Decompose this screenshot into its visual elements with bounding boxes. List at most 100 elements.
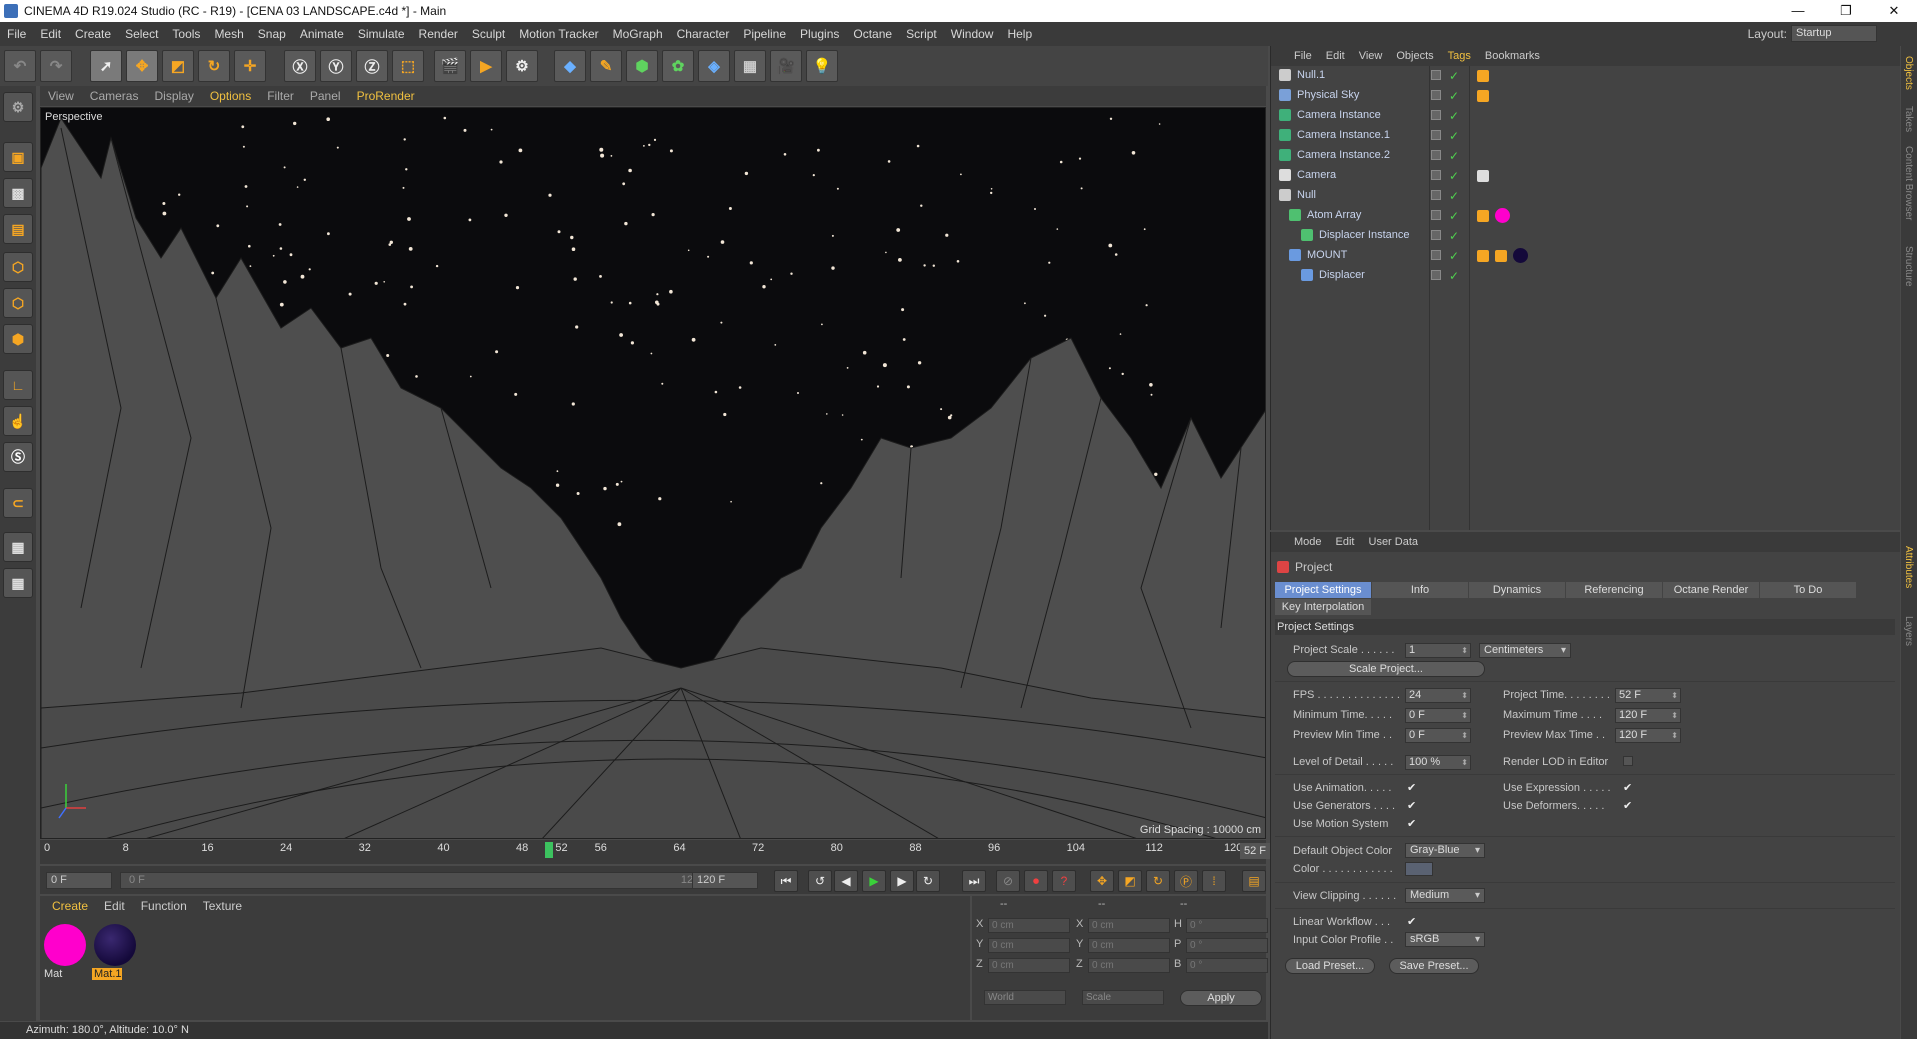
autokey-icon[interactable]: ⏺: [1024, 870, 1048, 892]
menu-animate[interactable]: Animate: [293, 27, 351, 41]
viewport-menu-filter[interactable]: Filter: [259, 89, 302, 103]
preview-range-slider[interactable]: 0 F 120 F: [120, 872, 716, 889]
layer-toggle[interactable]: [1431, 250, 1441, 260]
keyframe-selection-icon[interactable]: ?: [1052, 870, 1076, 892]
menu-plugins[interactable]: Plugins: [793, 27, 846, 41]
next-key-icon[interactable]: ↻: [916, 870, 940, 892]
menu-script[interactable]: Script: [899, 27, 944, 41]
enabled-check-icon[interactable]: ✓: [1449, 129, 1459, 143]
om-menu-tags[interactable]: Tags: [1441, 50, 1478, 62]
am-menu-mode[interactable]: Mode: [1287, 536, 1329, 548]
menu-edit[interactable]: Edit: [33, 27, 68, 41]
layer-toggle[interactable]: [1431, 170, 1441, 180]
object-row[interactable]: Camera Instance.2 ✓: [1271, 146, 1901, 166]
position-z-field[interactable]: 0 cm: [988, 958, 1070, 973]
next-frame-icon[interactable]: ▶: [890, 870, 914, 892]
material-tag-icon[interactable]: [1495, 208, 1510, 223]
load-preset-button[interactable]: Load Preset...: [1285, 958, 1375, 974]
menu-create[interactable]: Create: [68, 27, 118, 41]
record-keys-icon[interactable]: ⊘: [996, 870, 1020, 892]
menu-tools[interactable]: Tools: [165, 27, 207, 41]
om-menu-edit[interactable]: Edit: [1319, 50, 1352, 62]
side-tab-objects[interactable]: Objects: [1903, 56, 1914, 90]
menu-window[interactable]: Window: [944, 27, 1001, 41]
menu-file[interactable]: File: [0, 27, 33, 41]
object-row[interactable]: Displacer Instance ✓: [1271, 226, 1901, 246]
object-row[interactable]: Physical Sky ✓: [1271, 86, 1901, 106]
project-scale-unit-dropdown[interactable]: Centimeters: [1479, 643, 1571, 658]
solo-icon[interactable]: Ⓢ: [3, 442, 33, 472]
scale-icon[interactable]: ◩: [162, 50, 194, 82]
om-menu-view[interactable]: View: [1352, 50, 1390, 62]
play-icon[interactable]: ▶: [862, 870, 886, 892]
tag-icon[interactable]: [1477, 170, 1489, 182]
render-settings-icon[interactable]: ⚙: [506, 50, 538, 82]
object-row[interactable]: Camera ✓: [1271, 166, 1901, 186]
position-x-field[interactable]: 0 cm: [988, 918, 1070, 933]
enabled-check-icon[interactable]: ✓: [1449, 149, 1459, 163]
side-tab-takes[interactable]: Takes: [1903, 106, 1914, 132]
tab-octane-render[interactable]: Octane Render: [1663, 582, 1759, 598]
tab-dynamics[interactable]: Dynamics: [1469, 582, 1565, 598]
om-menu-file[interactable]: File: [1287, 50, 1319, 62]
preview-max-time-field[interactable]: 120 F: [1615, 728, 1681, 743]
side-tab-layers[interactable]: Layers: [1903, 616, 1914, 646]
layer-toggle[interactable]: [1431, 70, 1441, 80]
enabled-check-icon[interactable]: ✓: [1449, 249, 1459, 263]
object-row[interactable]: Null.1 ✓: [1271, 66, 1901, 86]
camera-icon[interactable]: 🎥: [770, 50, 802, 82]
tweak-mode-icon[interactable]: ☝: [3, 406, 33, 436]
render-view-icon[interactable]: 🎬: [434, 50, 466, 82]
render-lod-checkbox[interactable]: [1623, 756, 1633, 766]
timeline-ruler[interactable]: 0 8 16 24 32 40 48 52 56 64 72 80 88 96 104 112 120 52 F: [40, 840, 1304, 864]
project-scale-field[interactable]: 1: [1405, 643, 1471, 658]
key-rotation-icon[interactable]: ↻: [1146, 870, 1170, 892]
apply-button[interactable]: Apply: [1180, 990, 1262, 1006]
grid-snap-icon[interactable]: ▦: [3, 568, 33, 598]
coordinate-space-dropdown[interactable]: World: [984, 990, 1066, 1005]
view-clipping-dropdown[interactable]: Medium: [1405, 888, 1485, 903]
tab-to-do[interactable]: To Do: [1760, 582, 1856, 598]
use-motion-system-checkbox[interactable]: ✔: [1407, 817, 1416, 830]
minimum-time-field[interactable]: 0 F: [1405, 708, 1471, 723]
undo-icon[interactable]: ↶: [4, 50, 36, 82]
select-cursor-icon[interactable]: ➚: [90, 50, 122, 82]
tag-icon[interactable]: [1477, 250, 1489, 262]
menu-sculpt[interactable]: Sculpt: [465, 27, 512, 41]
side-tab-structure[interactable]: Structure: [1903, 246, 1914, 287]
timeline-start-field[interactable]: 0 F: [46, 872, 112, 889]
maximum-time-field[interactable]: 120 F: [1615, 708, 1681, 723]
level-of-detail-field[interactable]: 100 %: [1405, 755, 1471, 770]
scale-project-button[interactable]: Scale Project...: [1287, 661, 1485, 677]
model-mode-icon[interactable]: ▣: [3, 142, 33, 172]
previous-frame-icon[interactable]: ◀: [834, 870, 858, 892]
rotation-h-field[interactable]: 0 °: [1186, 918, 1268, 933]
tab-project-settings[interactable]: Project Settings: [1275, 582, 1371, 598]
close-icon[interactable]: ✕: [1871, 0, 1917, 22]
material-menu-texture[interactable]: Texture: [195, 899, 250, 913]
material-swatch-mat[interactable]: Mat: [42, 922, 88, 982]
workplane-lock-icon[interactable]: ▦: [3, 532, 33, 562]
size-mode-dropdown[interactable]: Scale: [1082, 990, 1164, 1005]
menu-snap[interactable]: Snap: [251, 27, 293, 41]
input-color-profile-dropdown[interactable]: sRGB: [1405, 932, 1485, 947]
enabled-check-icon[interactable]: ✓: [1449, 269, 1459, 283]
transform-icon[interactable]: ✛: [234, 50, 266, 82]
axis-mode-icon[interactable]: ∟: [3, 370, 33, 400]
tab-info[interactable]: Info: [1372, 582, 1468, 598]
menu-character[interactable]: Character: [670, 27, 737, 41]
enabled-check-icon[interactable]: ✓: [1449, 89, 1459, 103]
enabled-check-icon[interactable]: ✓: [1449, 169, 1459, 183]
preview-min-time-field[interactable]: 0 F: [1405, 728, 1471, 743]
layer-toggle[interactable]: [1431, 230, 1441, 240]
object-row[interactable]: MOUNT ✓: [1271, 246, 1901, 266]
light-icon[interactable]: 💡: [806, 50, 838, 82]
layout-select[interactable]: Startup: [1791, 25, 1877, 42]
material-menu-function[interactable]: Function: [133, 899, 195, 913]
color-swatch[interactable]: [1405, 862, 1433, 876]
viewport-menu-cameras[interactable]: Cameras: [82, 89, 147, 103]
tag-icon[interactable]: [1477, 70, 1489, 82]
move-icon[interactable]: ✥: [126, 50, 158, 82]
material-swatch-mat1[interactable]: Mat.1: [92, 922, 138, 982]
material-menu-edit[interactable]: Edit: [96, 899, 133, 913]
